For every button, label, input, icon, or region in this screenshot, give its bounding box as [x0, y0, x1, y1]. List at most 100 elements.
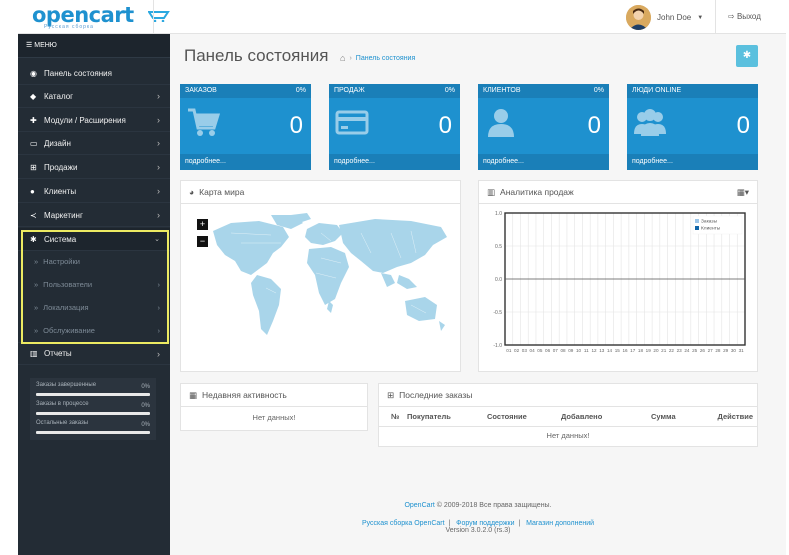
tile-value: 0 [289, 112, 303, 139]
column-header[interactable]: Добавлено [561, 407, 651, 426]
zoom-out-button[interactable]: − [197, 236, 208, 247]
sidebar-item-label: Панель состояния [44, 68, 112, 78]
x-tick-label: 01 [506, 348, 512, 353]
chevron-right-icon: › [157, 210, 160, 220]
users-icon [634, 109, 666, 136]
x-tick-label: 12 [591, 348, 597, 353]
page-title: Панель состояния [184, 46, 329, 65]
footer-link[interactable]: Форум поддержки [456, 520, 514, 527]
chevron-right-icon: › [157, 91, 160, 101]
table-header-row: № Покупатель Состояние Добавлено Сумма Д… [379, 407, 757, 426]
version: Version 3.0.2.0 (rs.3) [445, 527, 511, 534]
top-bar: opencart Русская сборка John Doe ▼ ⇨ Вых… [18, 0, 786, 34]
progress-bar [36, 431, 150, 434]
sidebar-item-reports[interactable]: ▥ Отчеты › [18, 342, 170, 365]
x-tick-label: 18 [638, 348, 644, 353]
tile-more-link[interactable]: подробнее... [329, 154, 460, 170]
settings-button[interactable]: ✱ [736, 45, 758, 67]
world-map[interactable] [211, 213, 451, 349]
x-tick-label: 19 [646, 348, 652, 353]
panel-title: Аналитика продаж [500, 187, 574, 197]
footer-link[interactable]: Русская сборка OpenCart [362, 520, 445, 527]
column-header[interactable]: Покупатель [407, 407, 487, 426]
home-icon[interactable]: ⌂ [340, 53, 345, 63]
sidebar-item-dashboard[interactable]: ◉ Панель состояния [18, 62, 170, 85]
tile-sales: ПРОДАЖ 0% 0 подробнее... [329, 84, 460, 170]
opencart-link[interactable]: OpenCart [404, 502, 434, 509]
sidebar-item-marketing[interactable]: ≺ Маркетинг › [18, 204, 170, 227]
sidebar-item-label: Каталог [44, 91, 74, 101]
x-tick-label: 22 [669, 348, 675, 353]
tile-label: КЛИЕНТОВ [483, 87, 521, 94]
column-header[interactable]: Состояние [487, 407, 561, 426]
sidebar-item-design[interactable]: ▭ Дизайн › [18, 132, 170, 155]
x-tick-label: 25 [692, 348, 698, 353]
logo-text: opencart [32, 3, 134, 27]
tile-value: 0 [438, 112, 452, 139]
logout-icon: ⇨ [728, 12, 735, 21]
user-menu[interactable]: John Doe ▼ [626, 5, 703, 30]
column-header[interactable]: № [379, 407, 407, 426]
tile-more-link[interactable]: подробнее... [478, 154, 609, 170]
progress-bar [36, 393, 150, 396]
zoom-in-button[interactable]: + [197, 219, 208, 230]
link-separator: | [446, 520, 455, 527]
calendar-dropdown-icon[interactable]: ▦▾ [737, 187, 749, 198]
user-name: John Doe [657, 13, 692, 22]
share-icon: ≺ [30, 210, 37, 220]
hamburger-icon: ☰ [26, 42, 33, 49]
sidebar-item-label: Дизайн [44, 138, 71, 148]
stat-processing: Заказы в процессе 0% [36, 401, 152, 420]
tile-value: 0 [587, 112, 601, 139]
dashboard-icon: ◉ [30, 68, 37, 78]
x-tick-label: 28 [715, 348, 721, 353]
x-tick-label: 26 [700, 348, 706, 353]
logout-link[interactable]: ⇨ Выход [728, 12, 761, 21]
cart-icon: ⊞ [30, 162, 37, 172]
tile-label: ПРОДАЖ [334, 87, 365, 94]
stat-label: Заказы завершенные [36, 382, 97, 388]
credit-card-icon [335, 110, 369, 135]
x-tick-label: 10 [576, 348, 582, 353]
x-tick-label: 07 [553, 348, 559, 353]
tile-more-link[interactable]: подробнее... [627, 154, 758, 170]
breadcrumb-link[interactable]: Панель состояния [356, 55, 415, 62]
x-tick-label: 29 [723, 348, 729, 353]
panel-title: Последние заказы [399, 390, 473, 400]
footer-links: Русская сборка OpenCart | Форум поддержк… [170, 520, 786, 527]
sidebar-item-catalog[interactable]: ◆ Каталог › [18, 85, 170, 108]
tile-percent: 0% [593, 87, 604, 94]
x-tick-label: 15 [615, 348, 621, 353]
x-tick-label: 13 [599, 348, 605, 353]
column-header[interactable]: Сумма [651, 407, 709, 426]
tile-header: КЛИЕНТОВ 0% [478, 84, 609, 98]
y-tick-label: -0.5 [493, 310, 502, 316]
avatar [626, 5, 651, 30]
tile-more-link[interactable]: подробнее... [180, 154, 311, 170]
recent-activity-panel: ▦ Недавняя активность Нет данных! [180, 383, 368, 431]
opencart-logo[interactable]: opencart Русская сборка [32, 3, 170, 30]
footer-link[interactable]: Магазин дополнений [526, 520, 594, 527]
tile-customers: КЛИЕНТОВ 0% 0 подробнее... [478, 84, 609, 170]
x-tick-label: 14 [607, 348, 613, 353]
x-tick-label: 23 [677, 348, 683, 353]
legend-swatch [695, 226, 699, 230]
sidebar-item-customers[interactable]: ● Клиенты › [18, 180, 170, 203]
sidebar-item-extensions[interactable]: ✚ Модули / Расширения › [18, 109, 170, 132]
tile-header: ЗАКАЗОВ 0% [180, 84, 311, 98]
monitor-icon: ▭ [30, 138, 38, 148]
tile-header: ПРОДАЖ 0% [329, 84, 460, 98]
x-tick-label: 11 [584, 348, 589, 353]
orders-table: № Покупатель Состояние Добавлено Сумма Д… [379, 407, 757, 444]
empty-message: Нет данных! [546, 430, 590, 440]
stat-percent: 0% [141, 403, 150, 409]
sidebar-item-sales[interactable]: ⊞ Продажи › [18, 156, 170, 179]
chevron-right-icon: › [157, 186, 160, 196]
sidebar-item-label: Отчеты [44, 349, 72, 358]
chevron-right-icon: › [157, 138, 160, 148]
menu-toggle[interactable]: ☰ МЕНЮ [18, 34, 170, 58]
legend-swatch [695, 219, 699, 223]
logo-cart-icon [148, 11, 170, 22]
panel-heading: ◕ Карта мира [181, 181, 460, 204]
avatar-image [626, 5, 651, 30]
